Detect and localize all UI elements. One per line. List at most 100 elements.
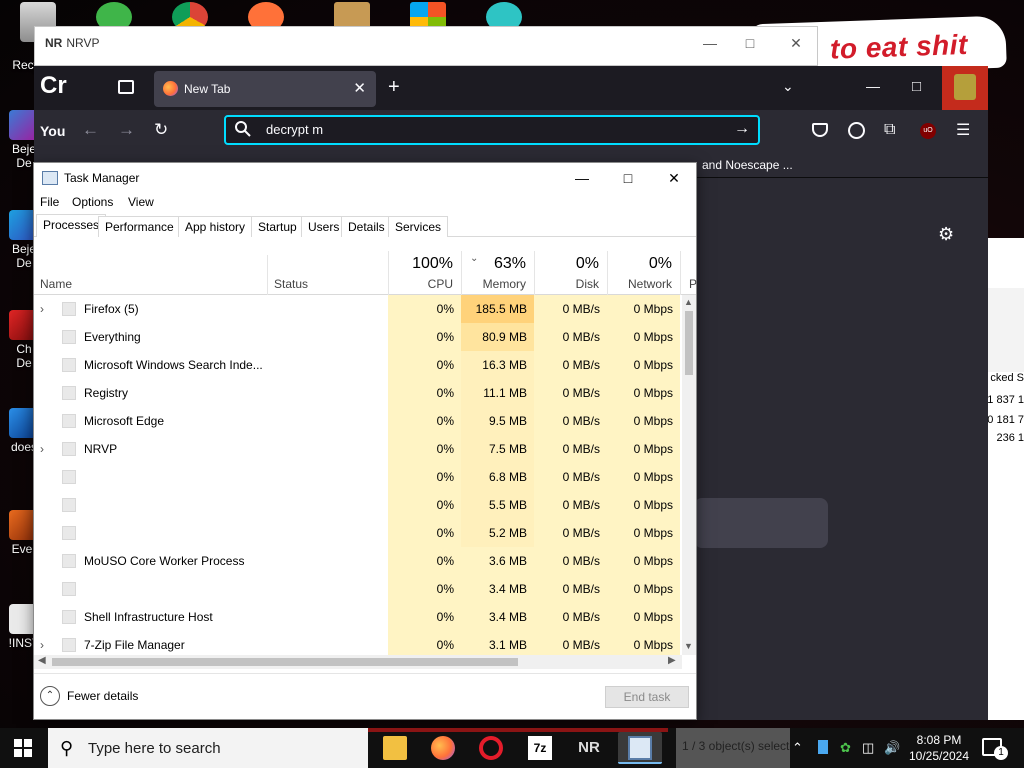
fewer-details-label: Fewer details <box>67 689 139 703</box>
maximize-button[interactable]: □ <box>614 167 642 189</box>
table-row[interactable]: Everything 0% 80.9 MB 0 MB/s 0 Mbps <box>34 323 682 351</box>
table-row[interactable]: 0% 6.8 MB 0 MB/s 0 Mbps <box>34 463 682 491</box>
process-cpu: 0% <box>388 575 461 603</box>
firefox-view-icon[interactable] <box>118 80 134 94</box>
horizontal-scrollbar[interactable]: ◀ ▶ <box>34 655 682 669</box>
scroll-thumb[interactable] <box>52 658 518 666</box>
background-window-panel: cked S 1 837 1 0 181 7 236 1 <box>987 238 1024 720</box>
table-row[interactable]: Shell Infrastructure Host 0% 3.4 MB 0 MB/s 0… <box>34 603 682 631</box>
taskbar-search-box[interactable]: ⚲ Type here to search <box>48 728 368 768</box>
column-status[interactable]: Status <box>274 277 308 291</box>
end-task-button[interactable]: End task <box>605 686 689 708</box>
table-row[interactable]: › NRVP 0% 7.5 MB 0 MB/s 0 Mbps <box>34 435 682 463</box>
process-disk: 0 MB/s <box>534 463 607 491</box>
process-cpu: 0% <box>388 351 461 379</box>
column-name[interactable]: Name <box>40 277 72 291</box>
scroll-right-icon[interactable]: ▶ <box>668 655 676 666</box>
tab-processes[interactable]: Processes <box>36 214 107 237</box>
bookmark-item[interactable]: and Noescape ... <box>702 158 793 172</box>
extensions-icon[interactable]: ⧉ <box>884 121 895 139</box>
table-row[interactable]: › Firefox (5) 0% 185.5 MB 0 MB/s 0 Mbps <box>34 295 682 323</box>
column-network[interactable]: 0% Network <box>607 251 680 295</box>
column-cpu[interactable]: 100% CPU <box>388 251 461 295</box>
reload-button[interactable]: ↻ <box>154 120 168 140</box>
table-row[interactable]: › 7-Zip File Manager 0% 3.1 MB 0 MB/s 0 Mbps <box>34 631 682 655</box>
windows-start-icon[interactable] <box>14 739 32 757</box>
vertical-scrollbar[interactable]: ▲ ▼ <box>682 295 696 655</box>
tab-app-history[interactable]: App history <box>178 216 253 237</box>
scroll-left-icon[interactable]: ◀ <box>38 655 46 666</box>
scroll-down-icon[interactable]: ▼ <box>684 641 693 651</box>
taskbar-nrvp[interactable]: NR <box>567 732 611 764</box>
tab-users[interactable]: Users <box>301 216 347 237</box>
process-cpu: 0% <box>388 603 461 631</box>
table-row[interactable]: Registry 0% 11.1 MB 0 MB/s 0 Mbps <box>34 379 682 407</box>
column-memory[interactable]: ⌄ 63% Memory <box>461 251 534 295</box>
close-button[interactable]: ✕ <box>781 33 811 53</box>
column-power[interactable]: P <box>680 251 697 295</box>
scroll-up-icon[interactable]: ▲ <box>684 297 693 307</box>
list-tabs-icon[interactable]: ⌄ <box>782 78 794 95</box>
expand-chevron-icon[interactable]: › <box>40 295 52 323</box>
task-manager-titlebar[interactable]: Task Manager — □ ✕ <box>34 163 696 193</box>
table-row[interactable]: 0% 3.4 MB 0 MB/s 0 Mbps <box>34 575 682 603</box>
taskbar-7zip[interactable]: 7z <box>518 732 562 764</box>
menu-file[interactable]: File <box>40 195 59 209</box>
search-icon: ⚲ <box>60 738 74 758</box>
taskbar-clock[interactable]: 8:08 PM 10/25/2024 <box>906 732 972 764</box>
process-disk: 0 MB/s <box>534 631 607 655</box>
minimize-button[interactable]: — <box>695 33 725 53</box>
go-arrow-icon[interactable]: → <box>734 120 750 138</box>
network-icon[interactable]: ◫ <box>862 740 874 756</box>
column-disk[interactable]: 0% Disk <box>534 251 607 295</box>
taskbar-task-manager[interactable] <box>618 732 662 764</box>
task-manager-window[interactable]: Task Manager — □ ✕ File Options View Pro… <box>33 162 697 720</box>
notification-center-button[interactable]: 1 <box>982 738 1008 760</box>
table-row[interactable]: Microsoft Edge 0% 9.5 MB 0 MB/s 0 Mbps <box>34 407 682 435</box>
chevron-up-icon[interactable]: ⌃ <box>792 740 803 756</box>
maximize-button[interactable]: □ <box>912 78 921 95</box>
table-row[interactable]: 0% 5.2 MB 0 MB/s 0 Mbps <box>34 519 682 547</box>
taskbar-file-explorer[interactable] <box>373 732 417 764</box>
process-memory: 5.5 MB <box>461 491 534 519</box>
nrvp-window[interactable]: NR NRVP — □ ✕ <box>34 26 818 66</box>
process-memory: 185.5 MB <box>461 295 534 323</box>
close-button[interactable]: ✕ <box>660 167 688 189</box>
menu-icon[interactable]: ☰ <box>956 120 970 140</box>
maximize-button[interactable]: □ <box>735 33 765 53</box>
forward-button[interactable]: → <box>118 120 135 140</box>
menu-options[interactable]: Options <box>72 195 113 209</box>
menu-view[interactable]: View <box>128 195 154 209</box>
pocket-icon[interactable] <box>812 123 828 137</box>
expand-chevron-icon[interactable]: › <box>40 631 52 655</box>
ublock-icon[interactable]: uO <box>920 123 936 139</box>
process-disk: 0 MB/s <box>534 491 607 519</box>
tab-details[interactable]: Details <box>341 216 392 237</box>
minimize-button[interactable]: — <box>866 78 880 94</box>
tab-services[interactable]: Services <box>388 216 449 237</box>
url-input[interactable] <box>266 122 706 137</box>
volume-icon[interactable]: 🔊 <box>884 740 900 756</box>
settings-gear-icon[interactable]: ⚙ <box>938 224 954 245</box>
close-tab-icon[interactable]: ✕ <box>353 79 366 97</box>
account-icon[interactable] <box>848 122 865 139</box>
minimize-button[interactable]: — <box>568 167 596 189</box>
table-row[interactable]: Microsoft Windows Search Inde... 0% 16.3 M… <box>34 351 682 379</box>
table-row[interactable]: MoUSO Core Worker Process 0% 3.6 MB 0 MB/s 0… <box>34 547 682 575</box>
new-tab-button[interactable]: + <box>388 76 400 99</box>
taskbar-firefox[interactable] <box>421 732 465 764</box>
blue-tray-icon[interactable] <box>818 740 828 754</box>
tab-performance[interactable]: Performance <box>98 216 181 237</box>
process-memory: 80.9 MB <box>461 323 534 351</box>
taskbar-opera[interactable] <box>469 732 513 764</box>
process-cpu: 0% <box>388 631 461 655</box>
url-bar[interactable]: → <box>224 115 760 145</box>
tab-new-tab[interactable]: New Tab ✕ <box>154 71 376 107</box>
close-button[interactable] <box>942 66 988 110</box>
expand-chevron-icon[interactable]: › <box>40 435 52 463</box>
scroll-thumb[interactable] <box>685 311 693 375</box>
tab-startup[interactable]: Startup <box>251 216 304 237</box>
green-tray-icon[interactable]: ✿ <box>840 740 851 756</box>
table-row[interactable]: 0% 5.5 MB 0 MB/s 0 Mbps <box>34 491 682 519</box>
back-button[interactable]: ← <box>82 120 99 140</box>
